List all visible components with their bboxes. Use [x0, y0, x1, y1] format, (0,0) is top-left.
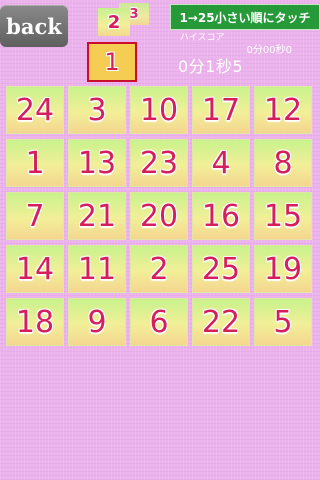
highscore-label: ハイスコア: [180, 33, 225, 43]
instruction-banner: 1→25小さい順にタッチ: [170, 4, 320, 30]
number-tile[interactable]: 17: [192, 86, 250, 134]
number-tile[interactable]: 3: [68, 86, 126, 134]
number-tile[interactable]: 24: [6, 86, 64, 134]
elapsed-timer: 0分1秒5: [178, 57, 244, 76]
number-tile[interactable]: 16: [192, 192, 250, 240]
back-button[interactable]: back: [0, 5, 68, 47]
number-tile[interactable]: 13: [68, 139, 126, 187]
number-tile[interactable]: 1: [6, 139, 64, 187]
number-tile[interactable]: 18: [6, 298, 64, 346]
current-target-number: 1: [87, 42, 137, 82]
number-tile[interactable]: 23: [130, 139, 188, 187]
number-tile[interactable]: 12: [254, 86, 312, 134]
number-tile[interactable]: 7: [6, 192, 64, 240]
number-tile[interactable]: 15: [254, 192, 312, 240]
number-tile[interactable]: 6: [130, 298, 188, 346]
number-tile[interactable]: 9: [68, 298, 126, 346]
number-tile[interactable]: 11: [68, 245, 126, 293]
number-tile[interactable]: 25: [192, 245, 250, 293]
number-grid: 24 3 10 17 12 1 13 23 4 8 7 21 20 16 15 …: [6, 86, 316, 346]
number-tile[interactable]: 19: [254, 245, 312, 293]
next-number-tile-2: 2: [98, 8, 130, 36]
number-tile[interactable]: 8: [254, 139, 312, 187]
number-tile[interactable]: 21: [68, 192, 126, 240]
number-tile[interactable]: 2: [130, 245, 188, 293]
number-tile[interactable]: 22: [192, 298, 250, 346]
highscore-value: 0分00秒0: [246, 45, 292, 56]
number-tile[interactable]: 20: [130, 192, 188, 240]
number-tile[interactable]: 14: [6, 245, 64, 293]
number-tile[interactable]: 10: [130, 86, 188, 134]
number-tile[interactable]: 4: [192, 139, 250, 187]
number-tile[interactable]: 5: [254, 298, 312, 346]
